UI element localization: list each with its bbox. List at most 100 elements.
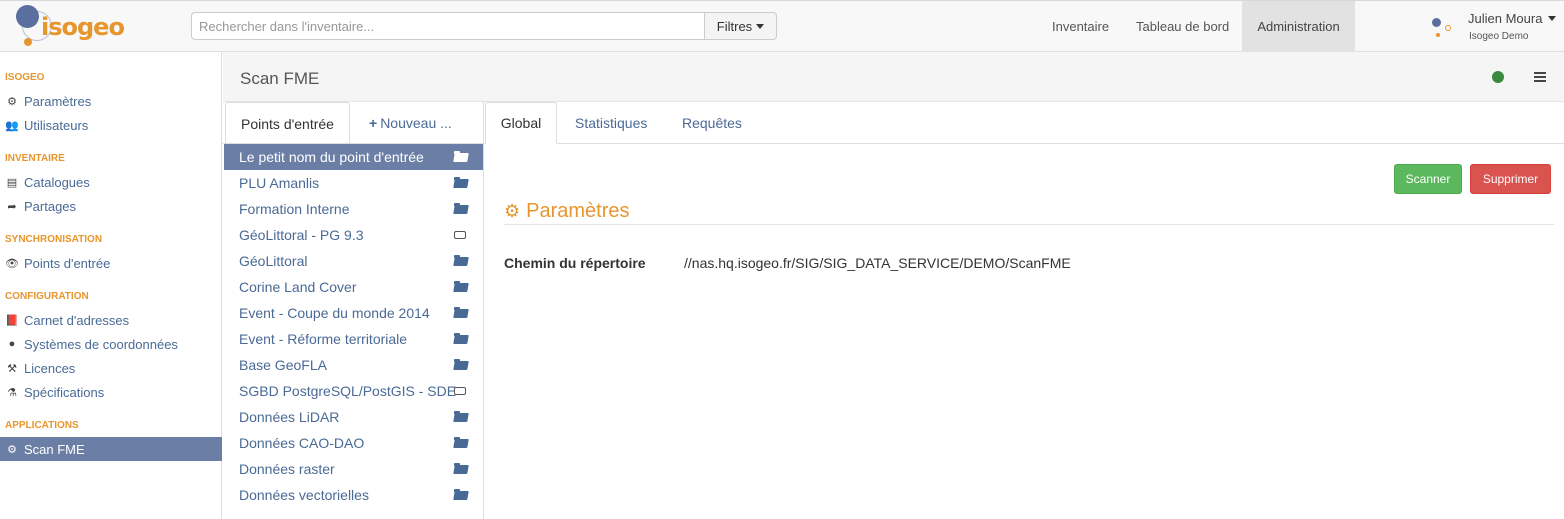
sidebar-section-applications: APPLICATIONS: [5, 420, 79, 431]
section-title: Paramètres: [526, 200, 630, 222]
delete-button[interactable]: Supprimer: [1470, 164, 1551, 194]
sidebar-item-label: Carnet d'adresses: [24, 312, 130, 328]
database-icon: [454, 385, 468, 397]
folder-open-icon: [454, 255, 468, 267]
sidebar-item-label: Licences: [24, 360, 76, 376]
folder-open-icon: [454, 463, 468, 475]
entry-label: Corine Land Cover: [239, 279, 357, 295]
tab-points-entree[interactable]: Points d'entrée: [225, 102, 350, 144]
search-input[interactable]: [191, 12, 705, 40]
sidebar-item-label: Systèmes de coordonnées: [24, 336, 178, 352]
entry-label: Formation Interne: [239, 201, 350, 217]
isogeo-logo[interactable]: isogeo: [16, 5, 125, 47]
sidebar-item-label: Utilisateurs: [24, 117, 89, 133]
sidebar-item-label: Paramètres: [24, 93, 92, 109]
detail-panel: Global Statistiques Requêtes Scanner Sup…: [484, 102, 1564, 519]
entry-list-item[interactable]: Données CAO-DAO: [224, 430, 483, 456]
sidebar-item-scan-fme[interactable]: ⚙ Scan FME: [0, 437, 222, 461]
gear-icon: ⚙: [7, 443, 17, 456]
entry-label: Le petit nom du point d'entrée: [239, 149, 424, 165]
sidebar-section-synchronisation: SYNCHRONISATION: [5, 234, 103, 245]
entry-list-item[interactable]: SGBD PostgreSQL/PostGIS - SDE: [224, 378, 483, 404]
status-indicator: [1492, 71, 1504, 83]
sidebar-item-utilisateurs[interactable]: 👥 Utilisateurs: [0, 113, 222, 137]
flask-icon: ⚗: [7, 386, 17, 399]
entry-label: SGBD PostgreSQL/PostGIS - SDE: [239, 383, 457, 399]
sidebar-item-label: Points d'entrée: [24, 255, 111, 271]
folder-open-icon: [454, 177, 468, 189]
sidebar-item-label: Partages: [24, 198, 77, 214]
sidebar-item-label: Catalogues: [24, 174, 90, 190]
entry-label: Event - Coupe du monde 2014: [239, 305, 430, 321]
globe-icon: ●: [8, 338, 16, 350]
nav-tableau-de-bord[interactable]: Tableau de bord: [1121, 1, 1244, 52]
sidebar-item-specifications[interactable]: ⚗ Spécifications: [0, 380, 222, 404]
entry-label: Event - Réforme territoriale: [239, 331, 408, 347]
sidebar-item-systemes-coordonnees[interactable]: ● Systèmes de coordonnées: [0, 332, 222, 356]
entry-points-panel: Points d'entrée + Nouveau ... Le petit n…: [223, 102, 484, 519]
sidebar-item-partages[interactable]: ➦ Partages: [0, 194, 222, 218]
share-icon: ➦: [7, 200, 17, 213]
top-navbar: isogeo Filtres Inventaire Tableau de bor…: [0, 0, 1564, 52]
eye-icon: 👁: [5, 257, 19, 270]
tab-statistiques[interactable]: Statistiques: [575, 102, 647, 144]
entry-list-item[interactable]: Le petit nom du point d'entrée: [224, 144, 483, 170]
entry-list-item[interactable]: Données vectorielles: [224, 482, 483, 508]
tab-new-entry[interactable]: + Nouveau ...: [369, 102, 452, 144]
sidebar-section-inventaire: INVENTAIRE: [5, 153, 65, 164]
sidebar-item-points-entree[interactable]: 👁 Points d'entrée: [0, 251, 222, 275]
list-icon: ▤: [6, 176, 18, 189]
entry-label: GéoLittoral - PG 9.3: [239, 227, 364, 243]
tab-requetes[interactable]: Requêtes: [682, 102, 742, 144]
entry-list-item[interactable]: GéoLittoral - PG 9.3: [224, 222, 483, 248]
entry-label: Base GeoFLA: [239, 357, 327, 373]
sidebar-section-isogeo: ISOGEO: [5, 72, 45, 83]
entry-list-item[interactable]: Base GeoFLA: [224, 352, 483, 378]
sidebar-item-catalogues[interactable]: ▤ Catalogues: [0, 170, 222, 194]
field-value-chemin: //nas.hq.isogeo.fr/SIG/SIG_DATA_SERVICE/…: [684, 255, 1071, 271]
entry-list-item[interactable]: Données raster: [224, 456, 483, 482]
user-org: Isogeo Demo: [1469, 31, 1529, 42]
gears-icon: ⚙: [504, 201, 521, 221]
entry-list-item[interactable]: Event - Coupe du monde 2014: [224, 300, 483, 326]
folder-open-icon: [454, 333, 468, 345]
caret-down-icon: [1548, 16, 1556, 21]
tab-global[interactable]: Global: [485, 102, 557, 144]
book-icon: 📕: [5, 314, 19, 327]
entry-label: Données CAO-DAO: [239, 435, 365, 451]
entry-label: Données vectorielles: [239, 487, 369, 503]
entry-list-item[interactable]: Corine Land Cover: [224, 274, 483, 300]
gavel-icon: ⚒: [7, 362, 17, 375]
sidebar: ISOGEO ⚙ Paramètres 👥 Utilisateurs INVEN…: [0, 52, 222, 519]
entry-list-item[interactable]: Données LiDAR: [224, 404, 483, 430]
entry-list-item[interactable]: GéoLittoral: [224, 248, 483, 274]
scan-button[interactable]: Scanner: [1394, 164, 1462, 194]
section-heading: ⚙ Paramètres: [504, 200, 630, 223]
entry-list-item[interactable]: PLU Amanlis: [224, 170, 483, 196]
avatar: [1430, 16, 1454, 40]
page-title: Scan FME: [240, 69, 320, 88]
plus-icon: +: [369, 115, 378, 131]
content-header: Scan FME: [223, 52, 1564, 102]
folder-open-icon: [454, 151, 468, 163]
database-icon: [454, 229, 468, 241]
entry-list-item[interactable]: Formation Interne: [224, 196, 483, 222]
user-menu[interactable]: Julien Moura Isogeo Demo: [1430, 9, 1560, 45]
sidebar-item-licences[interactable]: ⚒ Licences: [0, 356, 222, 380]
entry-list-item[interactable]: Event - Réforme territoriale: [224, 326, 483, 352]
nav-inventaire[interactable]: Inventaire: [1037, 1, 1124, 52]
folder-open-icon: [454, 437, 468, 449]
filters-dropdown-button[interactable]: Filtres: [704, 12, 777, 40]
folder-open-icon: [454, 307, 468, 319]
sidebar-item-label: Scan FME: [24, 441, 85, 457]
nav-administration[interactable]: Administration: [1242, 1, 1355, 52]
field-label-chemin: Chemin du répertoire: [504, 255, 646, 271]
user-name: Julien Moura: [1468, 11, 1543, 26]
entry-label: Données raster: [239, 461, 335, 477]
hamburger-menu-icon[interactable]: [1534, 72, 1546, 82]
sidebar-item-carnet-adresses[interactable]: 📕 Carnet d'adresses: [0, 308, 222, 332]
tab-new-entry-label: Nouveau ...: [380, 115, 452, 131]
folder-open-icon: [454, 411, 468, 423]
folder-open-icon: [454, 281, 468, 293]
sidebar-item-parametres[interactable]: ⚙ Paramètres: [0, 89, 222, 113]
